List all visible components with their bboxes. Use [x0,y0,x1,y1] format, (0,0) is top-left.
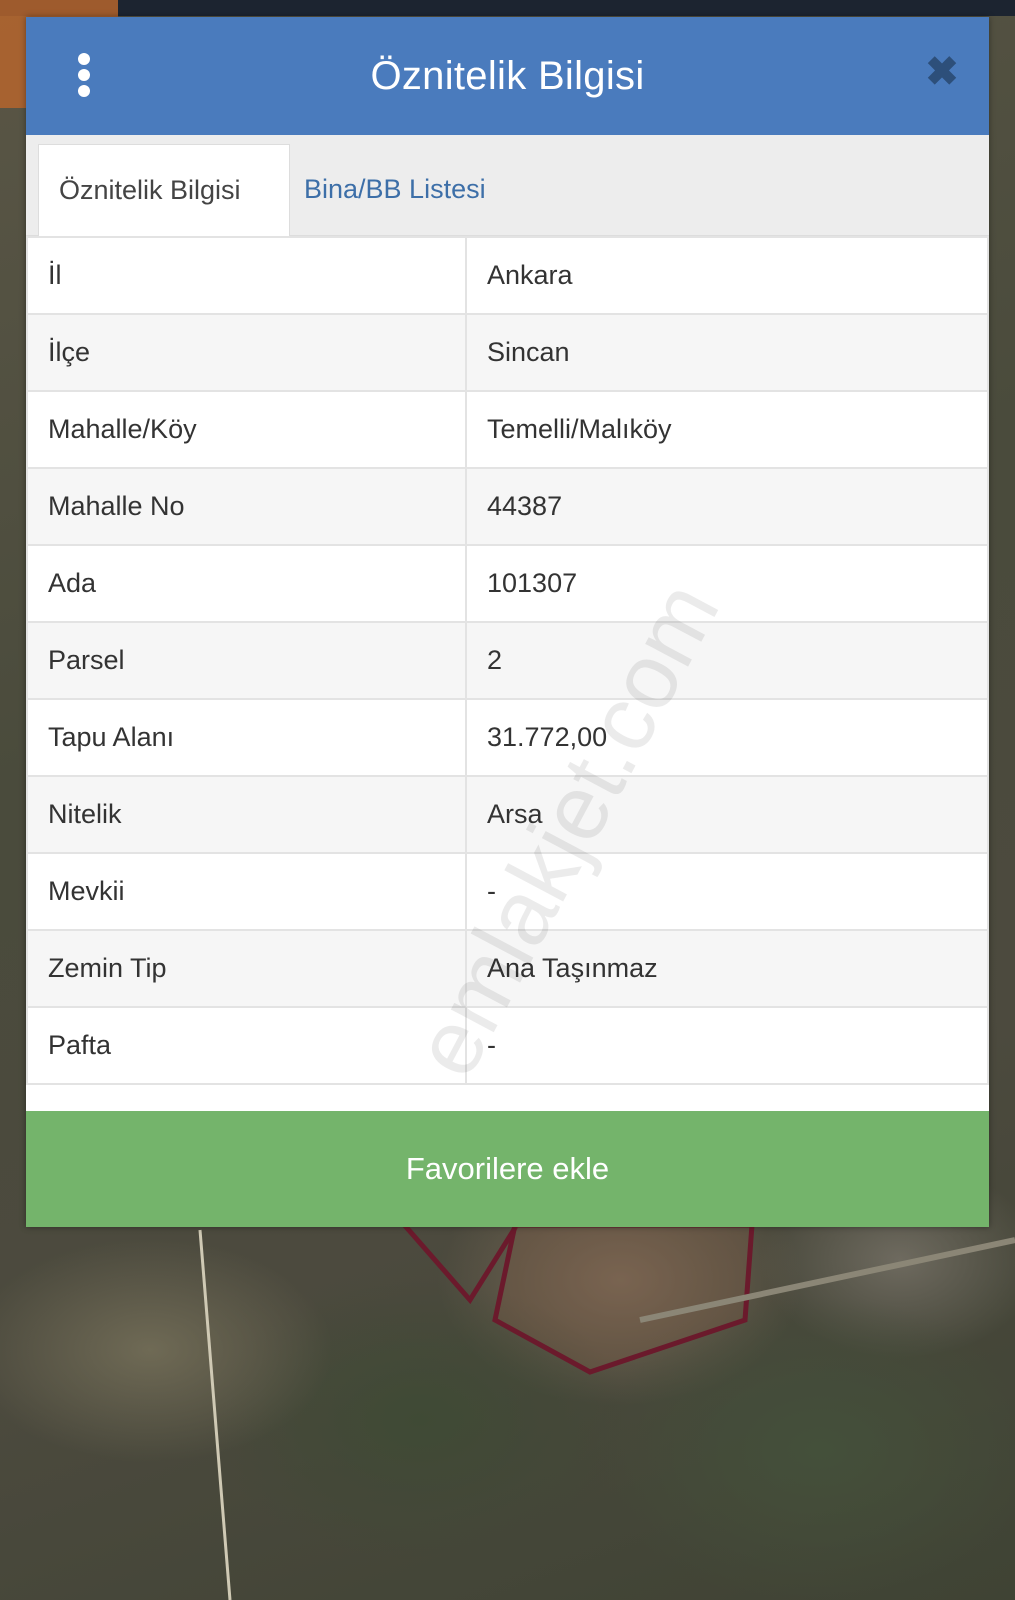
table-row: Parsel 2 [26,621,989,700]
table-row: İl Ankara [26,236,989,315]
attribute-value: Temelli/Malıköy [465,390,989,469]
attribute-key: Parsel [26,621,467,700]
attribute-info-dialog: Öznitelik Bilgisi ✖ Öznitelik Bilgisi Bi… [26,17,989,1227]
attribute-value: Arsa [465,775,989,854]
tab-attribute-info[interactable]: Öznitelik Bilgisi [38,144,290,236]
table-row: Mahalle/Köy Temelli/Malıköy [26,390,989,469]
add-to-favorites-button[interactable]: Favorilere ekle [26,1111,989,1227]
attribute-value: 101307 [465,544,989,623]
attribute-value: - [465,852,989,931]
attribute-key: Mahalle No [26,467,467,546]
attribute-table: İl Ankara İlçe Sincan Mahalle/Köy Temelli/Mal… [26,236,989,1085]
attribute-key: Zemin Tip [26,929,467,1008]
attribute-key: Mahalle/Köy [26,390,467,469]
attribute-key: Pafta [26,1006,467,1085]
attribute-value: Sincan [465,313,989,392]
attribute-key: İl [26,236,467,315]
attribute-value: Ankara [465,236,989,315]
table-row: Tapu Alanı 31.772,00 [26,698,989,777]
attribute-value: 44387 [465,467,989,546]
attribute-key: Nitelik [26,775,467,854]
table-row: Pafta - [26,1006,989,1085]
table-row: İlçe Sincan [26,313,989,392]
attribute-value: 31.772,00 [465,698,989,777]
table-row: Mahalle No 44387 [26,467,989,546]
track-line [198,1229,232,1600]
attribute-key: Tapu Alanı [26,698,467,777]
attribute-key: İlçe [26,313,467,392]
table-row: Zemin Tip Ana Taşınmaz [26,929,989,1008]
table-row: Nitelik Arsa [26,775,989,854]
table-row: Mevkii - [26,852,989,931]
vertical-dots-icon[interactable] [74,53,94,99]
attribute-value: 2 [465,621,989,700]
attribute-key: Ada [26,544,467,623]
close-icon[interactable]: ✖ [925,52,959,92]
table-row: Ada 101307 [26,544,989,623]
dialog-title: Öznitelik Bilgisi [370,53,645,98]
tab-building-list[interactable]: Bina/BB Listesi [296,144,486,235]
dialog-header: Öznitelik Bilgisi ✖ [26,17,989,135]
tab-bar: Öznitelik Bilgisi Bina/BB Listesi [26,135,989,236]
attribute-value: - [465,1006,989,1085]
attribute-key: Mevkii [26,852,467,931]
attribute-value: Ana Taşınmaz [465,929,989,1008]
parcel-outline-main [492,1222,755,1375]
